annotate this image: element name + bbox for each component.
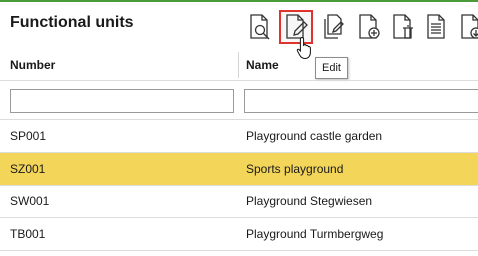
document-search-icon [250, 14, 270, 40]
tooltip-edit: Edit [315, 57, 348, 79]
download-button[interactable] [454, 10, 478, 44]
list-button[interactable] [420, 10, 454, 44]
document-download-icon [461, 14, 478, 39]
document-delete-icon [393, 14, 413, 39]
cell-number: SW001 [10, 194, 50, 208]
column-header-number[interactable]: Number [10, 58, 55, 72]
document-list-icon [427, 14, 445, 39]
copy-button[interactable] [317, 10, 351, 44]
table-row[interactable]: SW001 Playground Stegwiesen [0, 185, 478, 217]
add-button[interactable] [352, 10, 386, 44]
cell-number: SZ001 [10, 162, 46, 176]
column-header-name[interactable]: Name [246, 58, 279, 72]
cell-name: Playground castle garden [246, 129, 383, 143]
document-add-icon [359, 14, 380, 39]
name-filter-input[interactable] [244, 89, 478, 113]
table-row-selected[interactable]: SZ001 Sports playground [0, 153, 478, 185]
top-accent-line [0, 0, 478, 2]
toolbar [243, 6, 478, 44]
number-filter-input[interactable] [10, 89, 234, 113]
header-divider [238, 52, 239, 78]
delete-button[interactable] [386, 10, 420, 44]
row-separator [0, 250, 478, 251]
table-row[interactable]: SP001 Playground castle garden [0, 120, 478, 152]
document-copy-icon [324, 14, 344, 39]
cell-name: Playground Turmbergweg [246, 227, 384, 241]
page-title: Functional units [10, 14, 134, 31]
table-row[interactable]: TB001 Playground Turmbergweg [0, 218, 478, 250]
cell-number: TB001 [10, 227, 46, 241]
hand-cursor-icon [296, 36, 311, 60]
cell-name: Sports playground [246, 162, 344, 176]
header-separator [0, 80, 478, 81]
cell-number: SP001 [10, 129, 47, 143]
view-button[interactable] [243, 10, 277, 44]
cell-name: Playground Stegwiesen [246, 194, 373, 208]
